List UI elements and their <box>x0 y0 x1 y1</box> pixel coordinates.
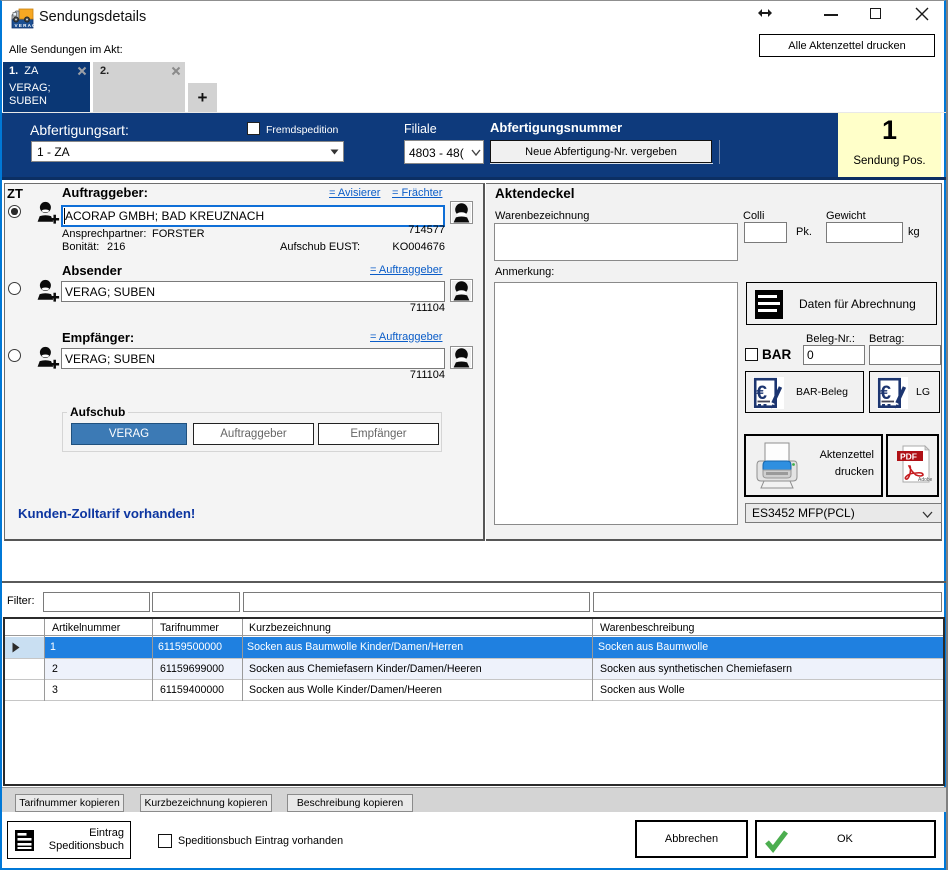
svg-text:PDF: PDF <box>900 452 917 462</box>
svg-text:V E R A G: V E R A G <box>15 23 35 28</box>
svg-text:Adobe: Adobe <box>918 477 932 483</box>
